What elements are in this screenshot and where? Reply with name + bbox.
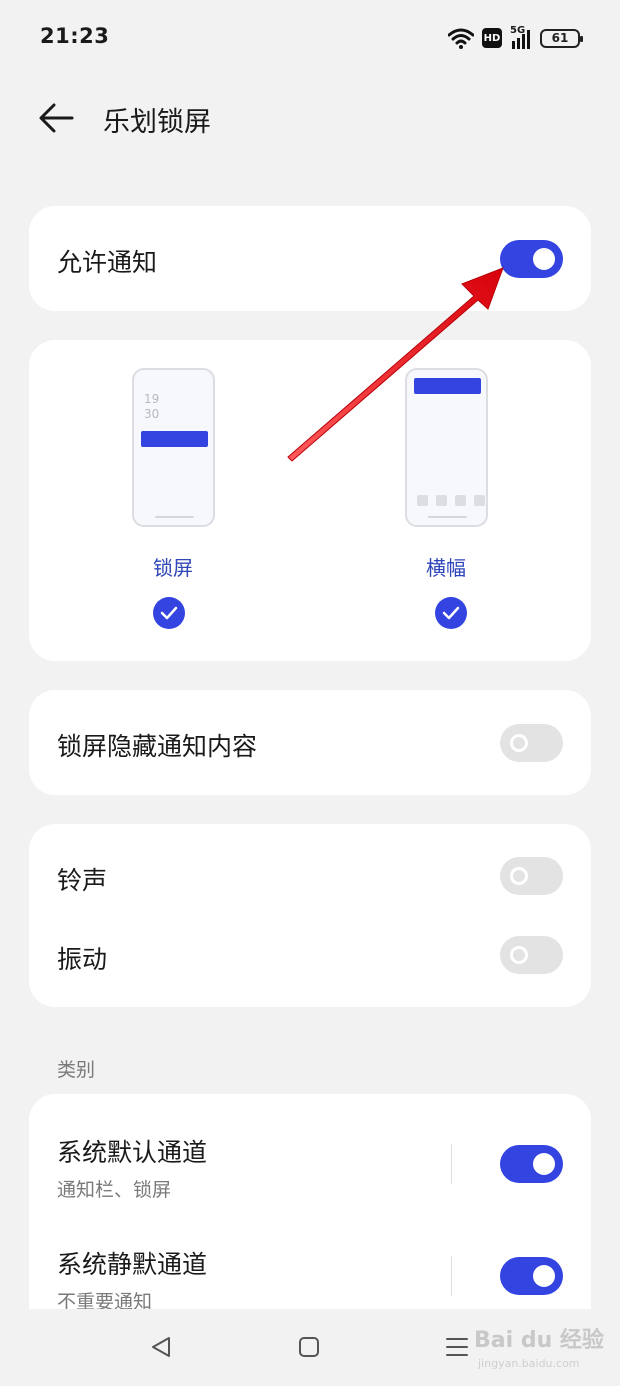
mock-clock-hour: 19 — [144, 392, 160, 406]
battery-icon: 61 — [540, 28, 583, 48]
category-item[interactable]: 系统默认通道 通知栏、锁屏 — [29, 1094, 591, 1206]
status-icons: HD 5G 61 — [448, 24, 583, 52]
mock-notification-bar — [141, 431, 208, 447]
sound-vibration-card: 铃声 振动 — [29, 824, 591, 1007]
hide-content-label: 锁屏隐藏通知内容 — [57, 732, 258, 761]
lock-screen-label: 锁屏 — [153, 556, 193, 580]
banner-preview[interactable] — [405, 368, 488, 527]
category-toggle[interactable] — [500, 1257, 563, 1295]
category-toggle[interactable] — [500, 1145, 563, 1183]
nav-menu-icon[interactable] — [445, 1336, 469, 1358]
toggle-knob — [533, 1153, 555, 1175]
nav-home-icon[interactable] — [298, 1336, 320, 1358]
mock-clock-minute: 30 — [144, 407, 160, 421]
mock-banner-bar — [414, 378, 481, 394]
lock-screen-preview[interactable]: 19 30 — [132, 368, 215, 527]
status-time: 21:23 — [40, 24, 110, 48]
back-arrow-icon[interactable] — [38, 102, 74, 134]
categories-section-label: 类别 — [57, 1059, 96, 1081]
toggle-knob — [510, 734, 528, 752]
toggle-knob — [533, 248, 555, 270]
notification-style-card: 19 30 锁屏 横幅 — [29, 340, 591, 661]
allow-notifications-toggle[interactable] — [500, 240, 563, 278]
watermark-logo: Bai du 经验 — [474, 1328, 604, 1353]
lock-screen-check[interactable] — [153, 597, 185, 629]
hide-content-card: 锁屏隐藏通知内容 — [29, 690, 591, 795]
banner-label: 横幅 — [426, 556, 466, 580]
hd-badge: HD — [482, 28, 502, 48]
ringtone-toggle[interactable] — [500, 857, 563, 895]
mock-home-indicator — [428, 516, 467, 518]
allow-notifications-label: 允许通知 — [57, 248, 158, 277]
vibration-label: 振动 — [57, 945, 108, 974]
category-title: 系统默认通道 — [57, 1138, 208, 1167]
signal-group: 5G — [510, 25, 532, 49]
toggle-knob — [510, 946, 528, 964]
ringtone-label: 铃声 — [57, 866, 108, 895]
divider — [451, 1256, 452, 1296]
mock-app-dock — [417, 495, 485, 506]
allow-notifications-card: 允许通知 — [29, 206, 591, 311]
category-title: 系统静默通道 — [57, 1250, 208, 1279]
toggle-knob — [510, 867, 528, 885]
mock-home-indicator — [155, 516, 194, 518]
divider — [451, 1144, 452, 1184]
hide-content-toggle[interactable] — [500, 724, 563, 762]
nav-back-icon[interactable] — [149, 1335, 173, 1359]
watermark-url: jingyan.baidu.com — [478, 1357, 580, 1370]
categories-card: 系统默认通道 通知栏、锁屏 系统静默通道 不重要通知 — [29, 1094, 591, 1324]
check-icon — [442, 606, 460, 620]
status-bar: 21:23 HD 5G 61 — [0, 0, 620, 76]
battery-level: 61 — [551, 31, 569, 45]
network-type-label: 5G — [510, 25, 526, 36]
page-title: 乐划锁屏 — [103, 107, 211, 138]
check-icon — [160, 606, 178, 620]
category-item[interactable]: 系统静默通道 不重要通知 — [29, 1206, 591, 1324]
wifi-icon — [448, 28, 474, 49]
vibration-toggle[interactable] — [500, 936, 563, 974]
header: 乐划锁屏 — [0, 80, 620, 156]
toggle-knob — [533, 1265, 555, 1287]
category-subtitle: 通知栏、锁屏 — [57, 1179, 172, 1201]
banner-check[interactable] — [435, 597, 467, 629]
